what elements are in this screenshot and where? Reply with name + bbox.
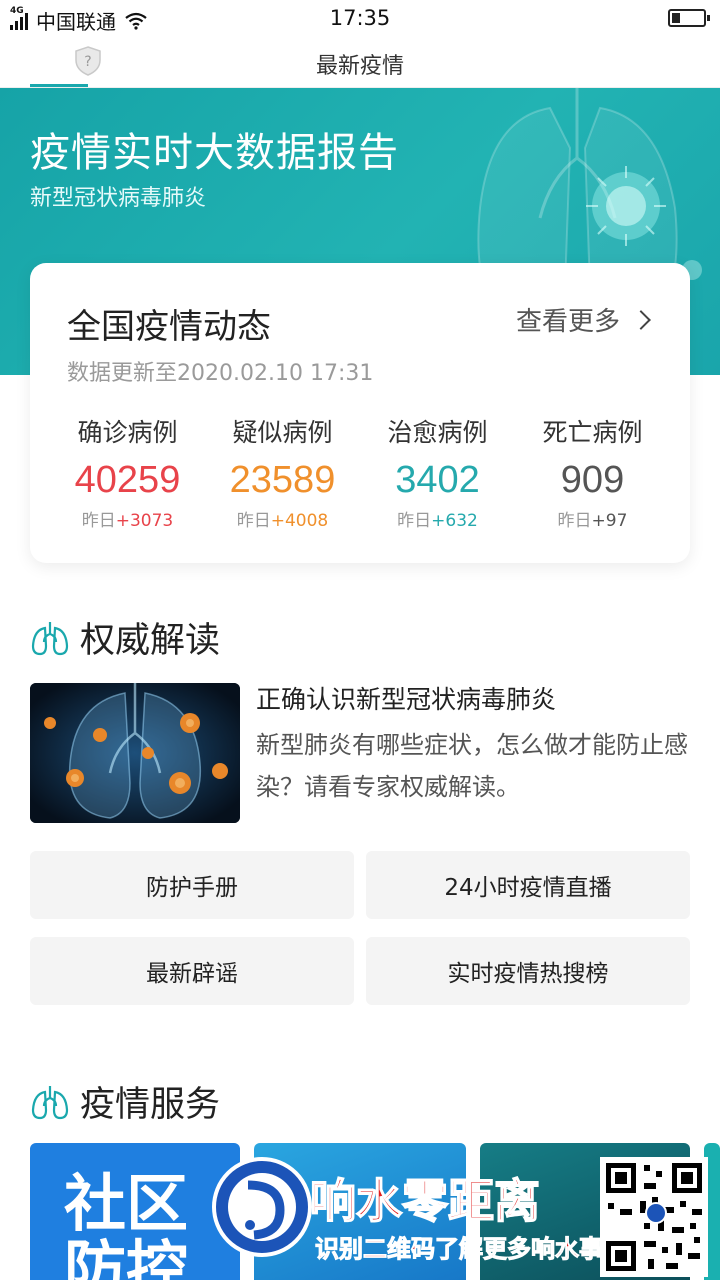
stat-delta: 昨日+3073 — [50, 506, 205, 531]
watermark-name: 响水零距离 — [310, 1174, 540, 1228]
protection-handbook-button[interactable]: 防护手册 — [30, 851, 354, 919]
section-authority: 权威解读 — [30, 612, 220, 663]
delta-value: +632 — [431, 511, 478, 531]
national-stats-card: 全国疫情动态 查看更多 数据更新至2020.02.10 17:31 确诊病例 4… — [30, 263, 690, 563]
active-tab-indicator — [30, 84, 88, 87]
yesterday-label: 昨日 — [81, 511, 116, 531]
section-title: 疫情服务 — [80, 1085, 221, 1125]
article-title[interactable]: 正确认识新型冠状病毒肺炎 — [256, 680, 556, 716]
section-services: 疫情服务 — [30, 1076, 220, 1127]
delta-value: +3073 — [115, 511, 174, 531]
section-title: 权威解读 — [80, 621, 221, 661]
banner-title: 疫情实时大数据报告 — [30, 130, 399, 176]
stat-label: 确诊病例 — [77, 418, 178, 447]
update-timestamp: 数据更新至2020.02.10 17:31 — [67, 361, 374, 386]
qr-code-icon — [600, 1157, 708, 1277]
stat-label: 死亡病例 — [542, 418, 643, 447]
yesterday-label: 昨日 — [557, 511, 592, 531]
stat-label: 疑似病例 — [232, 418, 333, 447]
stat-confirmed[interactable]: 确诊病例 40259 昨日+3073 — [50, 413, 205, 531]
stats-row: 确诊病例 40259 昨日+3073 疑似病例 23589 昨日+4008 治愈… — [30, 413, 690, 531]
chevron-right-icon — [631, 309, 651, 330]
stat-cured[interactable]: 治愈病例 3402 昨日+632 — [360, 413, 515, 531]
stat-value: 3402 — [395, 459, 480, 501]
service-tile-community[interactable]: 社区防控 — [30, 1143, 240, 1280]
see-more-label: 查看更多 — [515, 307, 620, 337]
page-title: 最新疫情 — [315, 54, 404, 79]
watermark-overlay: 响水零距离 识别二维码了解更多响水事 — [212, 1157, 708, 1277]
delta-value: +97 — [591, 511, 628, 531]
delta-value: +4008 — [270, 511, 329, 531]
lungs-virus-image — [30, 683, 240, 823]
article-description: 新型肺炎有哪些症状，怎么做才能防止感染？请看专家权威解读。 — [256, 731, 688, 801]
banner-subtitle: 新型冠状病毒肺炎 — [30, 186, 207, 211]
top-nav: ? 最新疫情 — [0, 38, 720, 88]
yesterday-label: 昨日 — [397, 511, 432, 531]
status-bar: 4G 中国联通 17:35 — [0, 0, 720, 38]
lungs-icon — [31, 1085, 69, 1119]
stat-value: 909 — [560, 459, 625, 501]
stat-value: 23589 — [229, 459, 336, 501]
stat-delta: 昨日+97 — [515, 506, 670, 531]
stat-delta: 昨日+4008 — [205, 506, 360, 531]
watermark-tagline: 识别二维码了解更多响水事 — [315, 1235, 603, 1263]
stat-suspected[interactable]: 疑似病例 23589 昨日+4008 — [205, 413, 360, 531]
rumor-debunk-button[interactable]: 最新辟谣 — [30, 937, 354, 1005]
live-updates-button[interactable]: 24小时疫情直播 — [366, 851, 690, 919]
battery-icon — [668, 9, 710, 27]
article-thumbnail[interactable] — [30, 683, 240, 823]
lungs-icon — [31, 621, 69, 655]
stat-value: 40259 — [74, 459, 181, 501]
card-title: 全国疫情动态 — [67, 307, 271, 347]
see-more-link[interactable]: 查看更多 — [515, 301, 651, 338]
clock: 17:35 — [329, 6, 391, 30]
hot-search-button[interactable]: 实时疫情热搜榜 — [366, 937, 690, 1005]
stat-label: 治愈病例 — [387, 418, 488, 447]
stat-deaths[interactable]: 死亡病例 909 昨日+97 — [515, 413, 670, 531]
yesterday-label: 昨日 — [236, 511, 271, 531]
stat-delta: 昨日+632 — [360, 506, 515, 531]
tile-text: 社区防控 — [64, 1167, 189, 1280]
